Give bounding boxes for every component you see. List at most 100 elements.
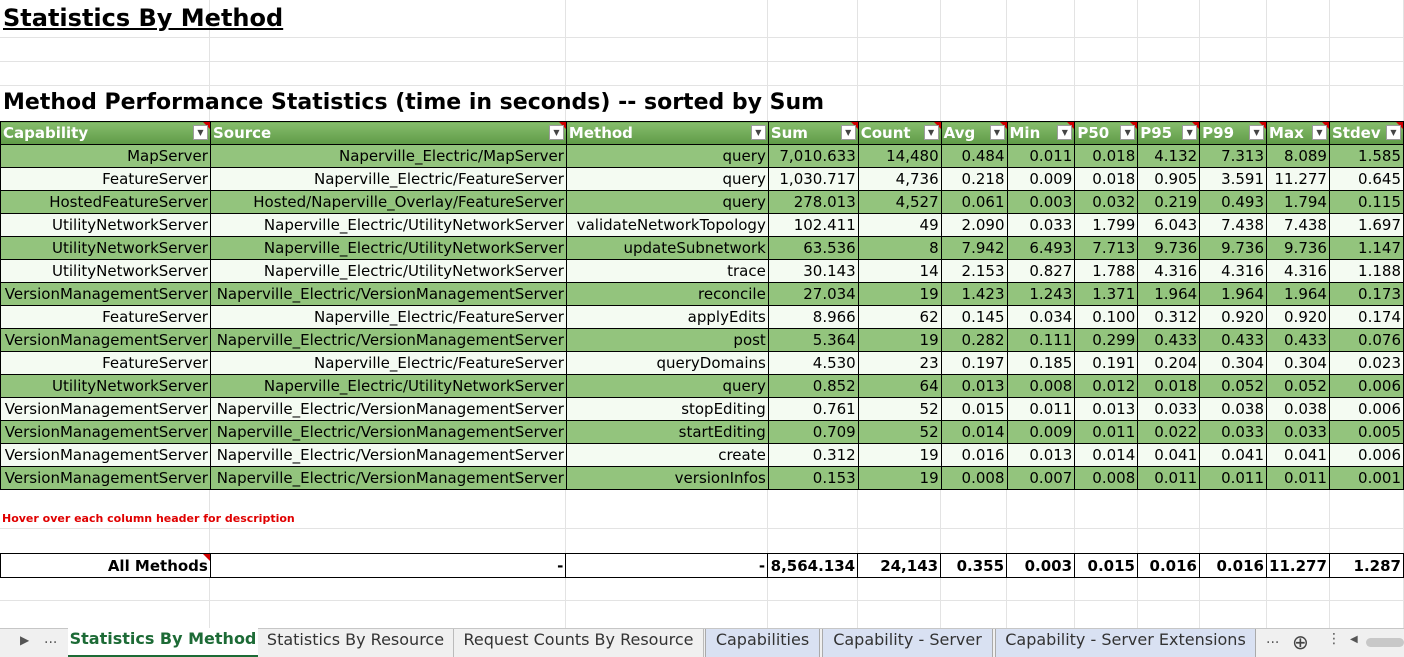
table-cell[interactable]: 0.006 xyxy=(1328,374,1404,398)
tab-capability-server[interactable]: Capability - Server xyxy=(822,629,993,657)
table-cell[interactable]: 0.038 xyxy=(1266,397,1330,421)
table-cell[interactable]: 0.761 xyxy=(767,397,859,421)
horizontal-scrollbar[interactable] xyxy=(1366,638,1404,647)
table-cell[interactable]: 0.061 xyxy=(940,190,1008,214)
table-cell[interactable]: FeatureServer xyxy=(0,305,211,329)
table-cell[interactable]: 19 xyxy=(857,282,942,306)
table-cell[interactable]: 0.018 xyxy=(1137,374,1201,398)
table-cell[interactable]: 30.143 xyxy=(767,259,859,283)
column-header[interactable]: Min ▼ xyxy=(1006,121,1076,145)
table-cell[interactable]: 1.964 xyxy=(1137,282,1201,306)
table-cell[interactable]: 1.799 xyxy=(1074,213,1139,237)
table-cell[interactable]: 0.008 xyxy=(1074,466,1139,490)
table-cell[interactable]: query xyxy=(565,374,769,398)
total-cell[interactable]: 11.277 xyxy=(1265,553,1330,578)
table-cell[interactable]: 0.001 xyxy=(1328,466,1404,490)
table-cell[interactable]: 0.197 xyxy=(940,351,1008,375)
table-cell[interactable]: 1.243 xyxy=(1006,282,1076,306)
table-cell[interactable]: 7.313 xyxy=(1199,144,1268,168)
table-cell[interactable]: 0.100 xyxy=(1074,305,1139,329)
table-cell[interactable]: 9.736 xyxy=(1137,236,1201,260)
table-cell[interactable]: 0.022 xyxy=(1137,420,1201,444)
table-cell[interactable]: Naperville_Electric/UtilityNetworkServer xyxy=(209,236,567,260)
column-header[interactable]: Capability ▼ xyxy=(0,121,211,145)
table-cell[interactable]: create xyxy=(565,443,769,467)
table-cell[interactable]: 4.132 xyxy=(1137,144,1201,168)
table-cell[interactable]: 5.364 xyxy=(767,328,859,352)
add-sheet-icon[interactable]: ⊕ xyxy=(1292,630,1309,654)
table-cell[interactable]: 0.645 xyxy=(1328,167,1404,191)
filter-dropdown-icon[interactable]: ▼ xyxy=(1057,125,1073,140)
column-header[interactable]: Max ▼ xyxy=(1266,121,1330,145)
tab-capabilities[interactable]: Capabilities xyxy=(705,629,820,657)
table-cell[interactable]: 1.964 xyxy=(1266,282,1330,306)
table-cell[interactable]: 0.011 xyxy=(1006,144,1076,168)
table-cell[interactable]: 0.905 xyxy=(1137,167,1201,191)
table-cell[interactable]: 102.411 xyxy=(767,213,859,237)
table-cell[interactable]: Hosted/Naperville_Overlay/FeatureServer xyxy=(209,190,567,214)
table-cell[interactable]: Naperville_Electric/VersionManagementSer… xyxy=(209,397,567,421)
table-cell[interactable]: 0.016 xyxy=(940,443,1008,467)
table-cell[interactable]: 62 xyxy=(857,305,942,329)
total-cell[interactable]: - xyxy=(565,553,769,578)
table-cell[interactable]: 0.012 xyxy=(1074,374,1139,398)
table-cell[interactable]: trace xyxy=(565,259,769,283)
table-cell[interactable]: 2.153 xyxy=(940,259,1008,283)
table-cell[interactable]: Naperville_Electric/FeatureServer xyxy=(209,305,567,329)
table-cell[interactable]: 0.032 xyxy=(1074,190,1139,214)
table-cell[interactable]: 0.041 xyxy=(1266,443,1330,467)
table-cell[interactable]: Naperville_Electric/MapServer xyxy=(209,144,567,168)
table-cell[interactable]: 0.299 xyxy=(1074,328,1139,352)
table-cell[interactable]: 0.011 xyxy=(1006,397,1076,421)
table-cell[interactable]: 8.966 xyxy=(767,305,859,329)
table-cell[interactable]: UtilityNetworkServer xyxy=(0,374,211,398)
table-cell[interactable]: 0.173 xyxy=(1328,282,1404,306)
total-cell[interactable]: 24,143 xyxy=(857,553,942,578)
filter-dropdown-icon[interactable]: ▼ xyxy=(923,125,939,140)
table-cell[interactable]: 3.591 xyxy=(1199,167,1268,191)
table-cell[interactable]: 0.076 xyxy=(1328,328,1404,352)
table-cell[interactable]: 0.014 xyxy=(940,420,1008,444)
table-cell[interactable]: FeatureServer xyxy=(0,351,211,375)
table-cell[interactable]: 0.008 xyxy=(940,466,1008,490)
table-cell[interactable]: 8.089 xyxy=(1266,144,1330,168)
table-cell[interactable]: 4.530 xyxy=(767,351,859,375)
table-cell[interactable]: query xyxy=(565,144,769,168)
filter-dropdown-icon[interactable]: ▼ xyxy=(1120,125,1136,140)
table-cell[interactable]: 0.005 xyxy=(1328,420,1404,444)
table-cell[interactable]: VersionManagementServer xyxy=(0,328,211,352)
filter-dropdown-icon[interactable]: ▼ xyxy=(989,125,1005,140)
table-cell[interactable]: 7.942 xyxy=(940,236,1008,260)
table-cell[interactable]: 1.794 xyxy=(1266,190,1330,214)
table-cell[interactable]: 0.304 xyxy=(1266,351,1330,375)
table-cell[interactable]: 0.006 xyxy=(1328,397,1404,421)
table-cell[interactable]: 7.713 xyxy=(1074,236,1139,260)
table-cell[interactable]: post xyxy=(565,328,769,352)
table-cell[interactable]: 0.493 xyxy=(1199,190,1268,214)
table-cell[interactable]: 1.371 xyxy=(1074,282,1139,306)
table-cell[interactable]: 1,030.717 xyxy=(767,167,859,191)
table-cell[interactable]: UtilityNetworkServer xyxy=(0,236,211,260)
column-header[interactable]: Count ▼ xyxy=(857,121,942,145)
filter-dropdown-icon[interactable]: ▼ xyxy=(1249,125,1265,140)
table-cell[interactable]: 0.018 xyxy=(1074,144,1139,168)
table-cell[interactable]: VersionManagementServer xyxy=(0,443,211,467)
table-cell[interactable]: 0.041 xyxy=(1137,443,1201,467)
table-cell[interactable]: 1.423 xyxy=(940,282,1008,306)
table-cell[interactable]: 0.015 xyxy=(940,397,1008,421)
table-cell[interactable]: 0.013 xyxy=(1006,443,1076,467)
total-cell[interactable]: 0.016 xyxy=(1137,553,1200,578)
table-cell[interactable]: VersionManagementServer xyxy=(0,282,211,306)
table-cell[interactable]: 0.433 xyxy=(1266,328,1330,352)
tab-statistics-by-resource[interactable]: Statistics By Resource xyxy=(258,629,454,657)
total-cell[interactable]: 1.287 xyxy=(1328,553,1404,578)
table-cell[interactable]: 63.536 xyxy=(767,236,859,260)
table-cell[interactable]: 7.438 xyxy=(1266,213,1330,237)
column-header[interactable]: P95 ▼ xyxy=(1137,121,1201,145)
table-cell[interactable]: 0.304 xyxy=(1199,351,1268,375)
table-cell[interactable]: updateSubnetwork xyxy=(565,236,769,260)
table-cell[interactable]: 7.438 xyxy=(1199,213,1268,237)
table-cell[interactable]: 278.013 xyxy=(767,190,859,214)
table-cell[interactable]: Naperville_Electric/VersionManagementSer… xyxy=(209,282,567,306)
table-cell[interactable]: 0.038 xyxy=(1199,397,1268,421)
